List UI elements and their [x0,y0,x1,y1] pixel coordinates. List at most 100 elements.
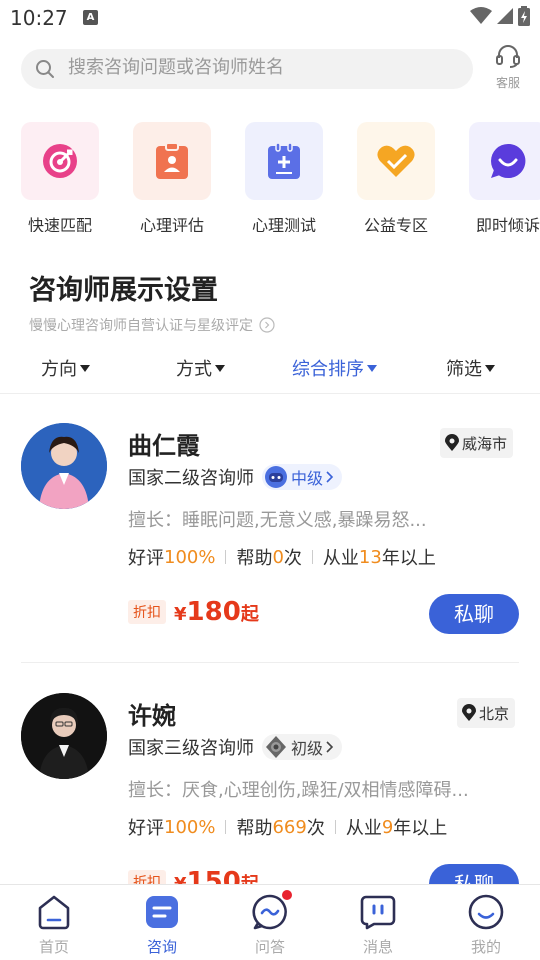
counselor-certification: 国家二级咨询师 中级 [128,464,343,490]
tab-label: 首页 [38,938,69,956]
filter-label: 方式 [176,359,212,380]
exp-years: 13 [358,546,382,568]
chevron-right-icon [326,741,334,753]
avatar-image [21,423,107,509]
clipboard-plus-icon [268,142,300,179]
price-block: 折扣 ¥180 起 [128,597,259,627]
caret-down-icon [485,364,495,372]
section-title: 咨询师展示设置 [29,275,218,306]
stat-divider [311,550,313,564]
level-badge[interactable]: 初级 [262,734,343,760]
filter-screen[interactable]: 筛选 [446,355,495,381]
category-assessment[interactable]: 心理评估 [122,122,222,232]
counselor-specialty: 擅长：厌食,心理创伤,躁狂/双相情感障碍... [128,780,469,801]
filter-direction[interactable]: 方向 [41,355,90,381]
counselor-specialty: 擅长：睡眠问题,无意义感,暴躁易怒... [128,510,427,531]
battery-icon [518,6,530,26]
search-icon [36,60,54,78]
filter-sort[interactable]: 综合排序 [292,355,377,381]
caret-down-icon [367,364,377,372]
tab-home[interactable]: 首页 [14,894,94,957]
counselor-name: 曲仁霞 [128,432,200,460]
exp-unit: 年以上 [393,818,448,839]
tab-qa[interactable]: 问答 [230,888,310,957]
category-test[interactable]: 心理测试 [234,122,334,232]
filter-method[interactable]: 方式 [176,355,225,381]
notification-icon: A [83,10,98,25]
category-label: 公益专区 [363,216,428,232]
counselor-stats: 好评 100% 帮助 0 次 从业 13 年以上 [128,544,436,570]
filter-bar: 方向 方式 综合排序 筛选 [0,350,540,394]
tab-consult[interactable]: 咨询 [122,894,202,957]
filter-label: 综合排序 [292,359,364,380]
exp-years: 9 [381,816,394,838]
tab-label: 问答 [254,938,285,956]
stat-divider [225,550,227,564]
card-divider [21,662,519,663]
status-bar: 10:27 A [0,0,540,36]
notification-dot [280,888,294,902]
stat-divider [334,820,336,834]
price-suffix: 起 [240,604,259,625]
robot-badge-icon [265,466,287,488]
cert-text: 国家三级咨询师 [128,738,254,759]
category-tile [245,122,323,200]
customer-service-button[interactable]: 客服 [488,44,528,91]
level-badge[interactable]: 中级 [262,464,343,490]
exp-unit: 年以上 [381,548,436,569]
exp-label: 从业 [345,818,382,839]
rating-label: 好评 [128,818,164,839]
category-instant-talk[interactable]: 即时倾诉 [458,122,540,232]
help-label: 帮助 [236,818,273,839]
category-tile [357,122,435,200]
home-icon [38,895,70,930]
help-count: 0 [272,546,284,568]
stat-divider [225,820,227,834]
target-icon [43,144,77,178]
avatar-image [21,693,107,779]
counselor-certification: 国家三级咨询师 初级 [128,734,343,760]
category-label: 心理测试 [251,216,316,232]
caret-down-icon [215,364,225,372]
section-subtitle[interactable]: 慢慢心理咨询师自营认证与星级评定 [29,315,275,335]
location-badge: 威海市 [440,428,514,458]
bottom-tab-bar: 首页 咨询 问答 消息 我的 [0,884,540,960]
counselor-card[interactable]: 曲仁霞 威海市 国家二级咨询师 中级 擅长：睡眠问题,无意义感,暴躁易怒... … [0,394,540,664]
level-text: 中级 [291,469,324,488]
category-tile [21,122,99,200]
category-charity[interactable]: 公益专区 [346,122,446,232]
category-tile [469,122,540,200]
customer-service-label: 客服 [495,76,520,90]
category-label: 心理评估 [139,216,204,232]
status-icons [470,6,530,26]
exp-label: 从业 [322,548,359,569]
tab-profile[interactable]: 我的 [446,894,526,957]
search-bar[interactable]: 搜索咨询问题或咨询师姓名 [21,49,473,89]
location-text: 北京 [479,704,510,723]
chevron-right-circle-icon [259,317,275,333]
search-input[interactable]: 搜索咨询问题或咨询师姓名 [68,57,284,79]
tab-label: 我的 [470,938,501,956]
tab-label: 消息 [362,938,393,956]
rating-label: 好评 [128,548,164,569]
location-badge: 北京 [457,698,516,728]
category-quick-match[interactable]: 快速匹配 [10,122,110,232]
level-text: 初级 [291,739,324,758]
message-icon [360,895,396,930]
rating-value: 100% [164,816,216,838]
private-chat-button[interactable]: 私聊 [429,594,519,634]
status-time: 10:27 [10,6,68,30]
filter-label: 方向 [41,359,77,380]
tab-messages[interactable]: 消息 [338,894,418,957]
avatar [21,423,107,509]
category-tile [133,122,211,200]
location-pin-icon [445,434,459,451]
profile-icon [468,894,504,930]
help-count: 669 [272,816,307,838]
section-subtitle-text: 慢慢心理咨询师自营认证与星级评定 [29,318,253,334]
category-label: 快速匹配 [27,216,92,232]
cert-text: 国家二级咨询师 [128,468,254,489]
location-text: 威海市 [462,434,508,453]
category-label: 即时倾诉 [475,216,540,232]
gem-badge-icon [266,736,286,758]
